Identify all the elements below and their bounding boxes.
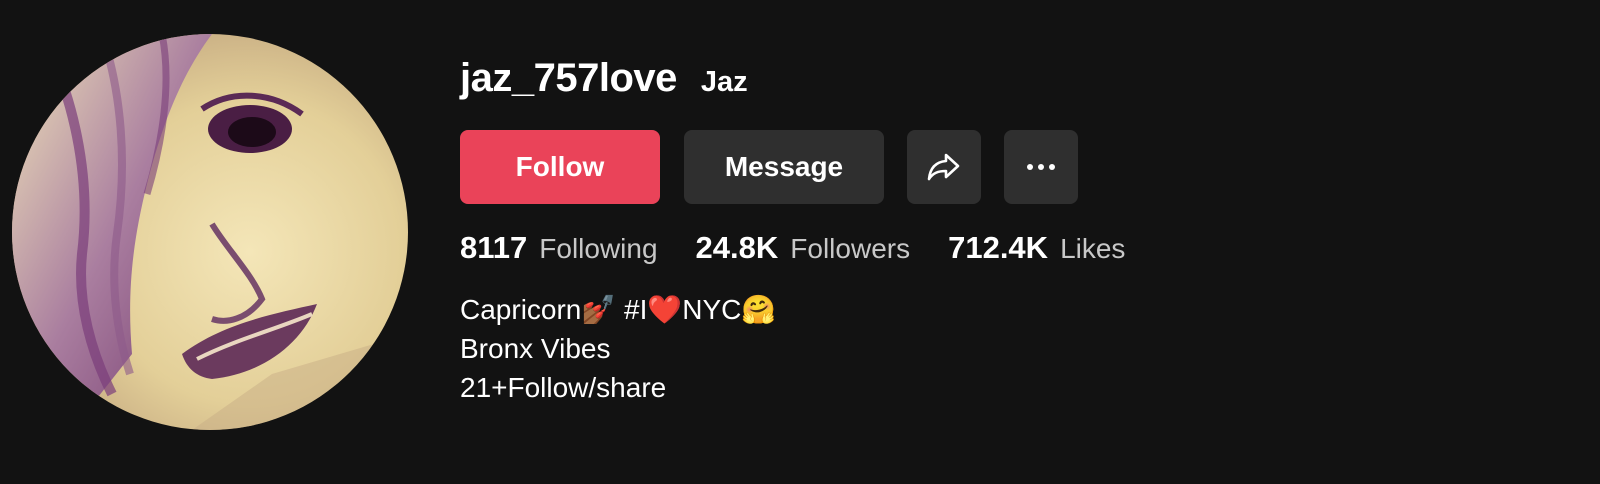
nickname: Jaz [700, 66, 748, 98]
name-row: jaz_757love Jaz [460, 56, 1163, 106]
more-dots-icon [1027, 164, 1055, 170]
share-arrow-icon [927, 153, 960, 181]
bio-line: 21+Follow/share [460, 372, 667, 403]
share-button[interactable] [907, 130, 981, 204]
likes-label: Likes [1060, 233, 1126, 264]
following-label: Following [539, 233, 658, 264]
avatar[interactable] [12, 34, 408, 430]
stat-followers[interactable]: 24.8K Followers [696, 230, 911, 266]
followers-count: 24.8K [695, 230, 779, 265]
profile-stats: 8117 Following 24.8K Followers 712.4K Li… [460, 230, 1163, 270]
bio-line: Bronx Vibes [460, 333, 611, 364]
username: jaz_757love [460, 56, 677, 100]
message-button[interactable]: Message [684, 130, 884, 204]
likes-count: 712.4K [948, 230, 1049, 265]
action-buttons: Follow Message [460, 130, 1163, 204]
profile-page: jaz_757love Jaz Follow Message 8117 Foll… [0, 0, 1600, 484]
stat-following[interactable]: 8117 Following [460, 230, 658, 266]
profile-info: jaz_757love Jaz Follow Message 8117 Foll… [460, 56, 1163, 407]
avatar-image [12, 34, 408, 430]
bio: Capricorn💅🏾 #I❤️NYC🤗 Bronx Vibes 21+Foll… [460, 290, 1163, 407]
stat-likes: 712.4K Likes [948, 230, 1125, 266]
followers-label: Followers [790, 233, 911, 264]
following-count: 8117 [460, 230, 528, 265]
bio-line: Capricorn💅🏾 #I❤️NYC🤗 [460, 294, 777, 325]
follow-button[interactable]: Follow [460, 130, 660, 204]
more-options-button[interactable] [1004, 130, 1078, 204]
